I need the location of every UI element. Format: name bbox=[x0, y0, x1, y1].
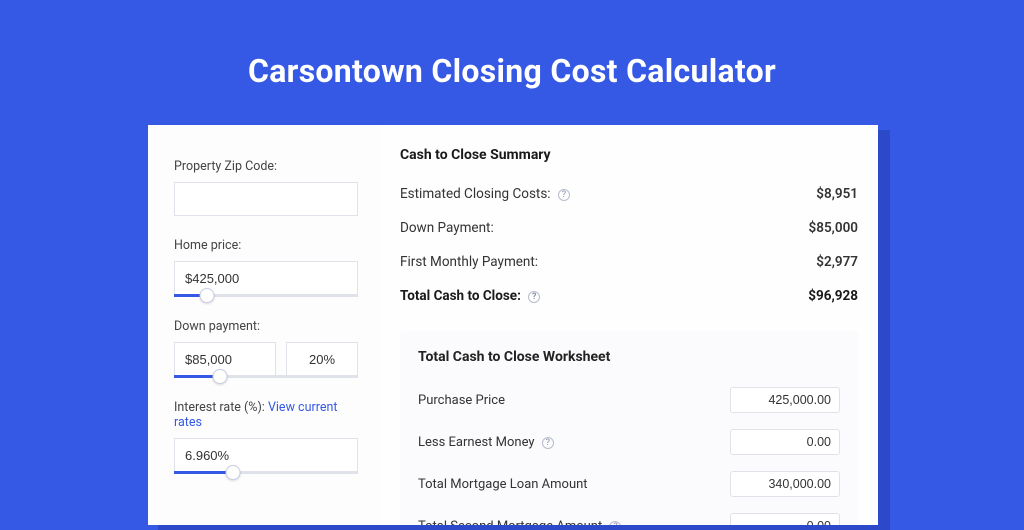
worksheet-row-input[interactable] bbox=[730, 513, 840, 525]
zip-label: Property Zip Code: bbox=[174, 159, 358, 174]
summary-row: First Monthly Payment: $2,977 bbox=[400, 245, 858, 279]
field-zip: Property Zip Code: bbox=[174, 159, 358, 216]
help-icon[interactable]: ? bbox=[558, 189, 570, 201]
slider-fill bbox=[174, 471, 233, 474]
summary-heading: Cash to Close Summary bbox=[400, 147, 858, 163]
worksheet-row-input[interactable] bbox=[730, 387, 840, 413]
calculator-card: Property Zip Code: Home price: Down paym… bbox=[148, 125, 878, 525]
help-icon[interactable]: ? bbox=[542, 437, 554, 449]
worksheet-row-input[interactable] bbox=[730, 471, 840, 497]
help-icon[interactable]: ? bbox=[609, 521, 621, 526]
down-payment-slider[interactable] bbox=[174, 375, 358, 378]
summary-row-value: $96,928 bbox=[808, 288, 858, 304]
interest-rate-label: Interest rate (%): View current rates bbox=[174, 400, 358, 430]
summary-rows: Estimated Closing Costs: ? $8,951 Down Pay… bbox=[400, 177, 858, 313]
worksheet-row: Total Second Mortgage Amount ? bbox=[418, 505, 840, 525]
worksheet-row: Total Mortgage Loan Amount bbox=[418, 463, 840, 505]
down-payment-label: Down payment: bbox=[174, 319, 358, 334]
worksheet-row: Purchase Price bbox=[418, 379, 840, 421]
zip-input[interactable] bbox=[174, 182, 358, 216]
worksheet-panel: Total Cash to Close Worksheet Purchase P… bbox=[400, 331, 858, 525]
slider-thumb[interactable] bbox=[225, 465, 240, 480]
worksheet-row-label: Purchase Price bbox=[418, 393, 505, 408]
worksheet-row-label: Total Second Mortgage Amount ? bbox=[418, 519, 621, 526]
summary-panel: Cash to Close Summary Estimated Closing … bbox=[380, 125, 878, 525]
home-price-slider[interactable] bbox=[174, 294, 358, 297]
worksheet-heading: Total Cash to Close Worksheet bbox=[418, 349, 840, 365]
field-down-payment: Down payment: bbox=[174, 319, 358, 378]
slider-thumb[interactable] bbox=[200, 288, 215, 303]
help-icon[interactable]: ? bbox=[528, 291, 540, 303]
interest-rate-label-text: Interest rate (%): bbox=[174, 400, 268, 415]
page-title: Carsontown Closing Cost Calculator bbox=[0, 0, 1024, 118]
worksheet-rows: Purchase Price Less Earnest Money ? Total … bbox=[418, 379, 840, 525]
summary-row: Down Payment: $85,000 bbox=[400, 211, 858, 245]
down-payment-percent-input[interactable] bbox=[286, 342, 358, 376]
worksheet-row-label: Total Mortgage Loan Amount bbox=[418, 477, 588, 492]
summary-row: Estimated Closing Costs: ? $8,951 bbox=[400, 177, 858, 211]
worksheet-row-label: Less Earnest Money ? bbox=[418, 435, 554, 450]
worksheet-row-input[interactable] bbox=[730, 429, 840, 455]
summary-row-value: $8,951 bbox=[816, 186, 858, 202]
summary-row-label: First Monthly Payment: bbox=[400, 254, 538, 270]
slider-thumb[interactable] bbox=[213, 369, 228, 384]
summary-row: Total Cash to Close: ? $96,928 bbox=[400, 279, 858, 313]
home-price-label: Home price: bbox=[174, 238, 358, 253]
worksheet-row: Less Earnest Money ? bbox=[418, 421, 840, 463]
summary-row-value: $85,000 bbox=[809, 220, 858, 236]
interest-rate-slider[interactable] bbox=[174, 471, 358, 474]
summary-row-label: Down Payment: bbox=[400, 220, 494, 236]
field-home-price: Home price: bbox=[174, 238, 358, 297]
interest-rate-input[interactable] bbox=[174, 438, 358, 472]
field-interest-rate: Interest rate (%): View current rates bbox=[174, 400, 358, 474]
inputs-panel: Property Zip Code: Home price: Down paym… bbox=[148, 125, 380, 525]
summary-row-value: $2,977 bbox=[816, 254, 858, 270]
summary-row-label: Estimated Closing Costs: ? bbox=[400, 186, 570, 202]
summary-row-label: Total Cash to Close: ? bbox=[400, 288, 540, 304]
